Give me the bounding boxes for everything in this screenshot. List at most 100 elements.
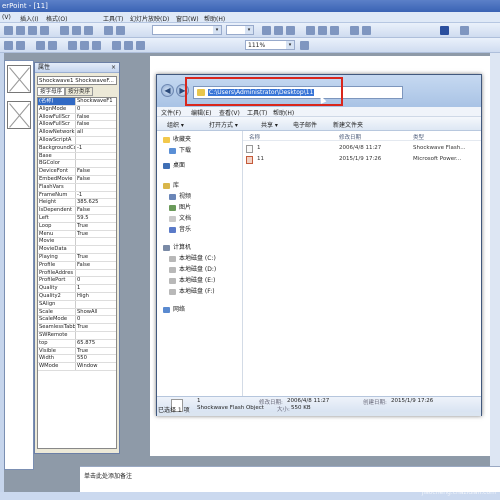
property-value[interactable]: -1 bbox=[76, 145, 116, 152]
property-value[interactable] bbox=[76, 160, 116, 167]
property-value[interactable] bbox=[76, 332, 116, 339]
property-value[interactable]: -1 bbox=[76, 192, 116, 199]
property-row[interactable]: Height 385.625 bbox=[38, 199, 116, 208]
undo-icon[interactable] bbox=[104, 26, 113, 35]
property-row[interactable]: ScaleMode 0 bbox=[38, 316, 116, 325]
open-icon[interactable] bbox=[16, 26, 25, 35]
property-row[interactable]: Movie bbox=[38, 238, 116, 247]
property-value[interactable]: True bbox=[76, 231, 116, 238]
nav-item[interactable]: 本地磁盘 (D:) bbox=[169, 265, 216, 274]
organize-button[interactable]: 组织 ▾ bbox=[167, 120, 184, 129]
menu-slideshow[interactable]: 幻灯片放映(D) bbox=[130, 14, 169, 23]
property-value[interactable]: Window bbox=[76, 363, 116, 370]
hyperlink-icon[interactable] bbox=[92, 41, 101, 50]
menu-tools[interactable]: 工具(T) bbox=[247, 108, 267, 117]
color-icon[interactable] bbox=[136, 41, 145, 50]
new-icon[interactable] bbox=[4, 26, 13, 35]
property-row[interactable]: Base bbox=[38, 152, 116, 161]
menu-help[interactable]: 帮助(H) bbox=[204, 14, 225, 23]
tab-categorized[interactable]: 按分类序 bbox=[65, 87, 94, 96]
nav-item[interactable]: 本地磁盘 (F:) bbox=[169, 287, 215, 296]
property-row[interactable]: DeviceFont False bbox=[38, 168, 116, 176]
align-right-icon[interactable] bbox=[330, 26, 339, 35]
font-color-icon[interactable] bbox=[440, 26, 449, 35]
menu-file[interactable]: 文件(F) bbox=[161, 108, 181, 117]
property-value[interactable]: 385.625 bbox=[76, 199, 116, 206]
nav-item[interactable]: 本地磁盘 (E:) bbox=[169, 276, 215, 285]
property-row[interactable]: AllowNetwork all bbox=[38, 129, 116, 137]
paste-icon[interactable] bbox=[84, 26, 93, 35]
property-row[interactable]: EmbedMovie False bbox=[38, 175, 116, 184]
property-row[interactable]: FrameNum -1 bbox=[38, 191, 116, 200]
slide-icon[interactable] bbox=[4, 41, 13, 50]
open-with-button[interactable]: 打开方式 ▾ bbox=[209, 120, 238, 129]
property-value[interactable]: 0 bbox=[76, 277, 116, 284]
property-value[interactable]: 0 bbox=[76, 106, 116, 113]
property-value[interactable] bbox=[76, 184, 116, 191]
property-row[interactable]: Scale ShowAll bbox=[38, 308, 116, 317]
nav-item[interactable]: 网络 bbox=[163, 305, 185, 314]
menu-edit[interactable]: 编辑(E) bbox=[191, 108, 211, 117]
align-left-icon[interactable] bbox=[306, 26, 315, 35]
zoom-combo[interactable]: 111% ▾ bbox=[245, 40, 295, 50]
property-value[interactable] bbox=[76, 238, 116, 245]
file-row[interactable]: 1 2006/4/8 11:27 Shockwave Flash... bbox=[243, 144, 481, 153]
property-value[interactable]: 550 bbox=[76, 355, 116, 362]
property-value[interactable]: all bbox=[76, 129, 116, 136]
nav-item[interactable]: 文档 bbox=[169, 214, 191, 223]
property-value[interactable]: False bbox=[76, 176, 116, 183]
draw-icon[interactable] bbox=[36, 41, 45, 50]
nav-item[interactable]: 收藏夹 bbox=[163, 135, 191, 144]
new-folder-button[interactable]: 新建文件夹 bbox=[333, 120, 363, 129]
property-row[interactable]: Visible True bbox=[38, 347, 116, 356]
property-value[interactable]: True bbox=[76, 324, 116, 331]
align-center-icon[interactable] bbox=[318, 26, 327, 35]
property-row[interactable]: (名称) ShockwaveF1 bbox=[38, 98, 116, 106]
column-date[interactable]: 修改日期 bbox=[339, 133, 361, 141]
outline-icon[interactable] bbox=[16, 41, 25, 50]
property-row[interactable]: top 65.875 bbox=[38, 339, 116, 348]
property-row[interactable]: MovieData bbox=[38, 246, 116, 254]
property-value[interactable]: 0 bbox=[76, 316, 116, 323]
numbering-icon[interactable] bbox=[362, 26, 371, 35]
nav-item[interactable]: 计算机 bbox=[163, 243, 191, 252]
slide-thumbnail[interactable] bbox=[7, 65, 31, 93]
help-icon[interactable] bbox=[300, 41, 309, 50]
slide-thumbnail[interactable] bbox=[7, 101, 31, 129]
copy-icon[interactable] bbox=[72, 26, 81, 35]
nav-item[interactable]: 音乐 bbox=[169, 225, 191, 234]
property-value[interactable]: False bbox=[76, 168, 116, 175]
design-icon[interactable] bbox=[460, 26, 469, 35]
nav-item[interactable]: 库 bbox=[163, 181, 179, 190]
property-value[interactable]: True bbox=[76, 254, 116, 261]
picture-icon[interactable] bbox=[80, 41, 89, 50]
font-name-combo[interactable]: ▾ bbox=[152, 25, 222, 35]
save-icon[interactable] bbox=[28, 26, 37, 35]
property-row[interactable]: AlignMode 0 bbox=[38, 105, 116, 114]
property-value[interactable]: false bbox=[76, 114, 116, 121]
property-row[interactable]: BackgroundCol -1 bbox=[38, 144, 116, 153]
property-value[interactable] bbox=[76, 246, 116, 253]
property-row[interactable]: ProfileAddres bbox=[38, 269, 116, 278]
redo-icon[interactable] bbox=[116, 26, 125, 35]
property-value[interactable]: True bbox=[76, 348, 116, 355]
property-value[interactable]: 1 bbox=[76, 285, 116, 292]
share-button[interactable]: 共享 ▾ bbox=[261, 120, 278, 129]
menu-format[interactable]: 格式(O) bbox=[46, 14, 67, 23]
chevron-down-icon[interactable]: ▾ bbox=[286, 41, 294, 49]
property-row[interactable]: WMode Window bbox=[38, 363, 116, 371]
column-type[interactable]: 类型 bbox=[413, 133, 424, 141]
tab-alphabetic[interactable]: 按字母序 bbox=[37, 87, 66, 96]
property-row[interactable]: ProfilePort 0 bbox=[38, 277, 116, 286]
menu-view[interactable]: (V) bbox=[2, 14, 11, 21]
property-row[interactable]: Menu True bbox=[38, 230, 116, 239]
property-row[interactable]: AllowFullScr false bbox=[38, 121, 116, 130]
property-row[interactable]: SAlign bbox=[38, 300, 116, 309]
property-row[interactable]: Profile False bbox=[38, 261, 116, 270]
print-icon[interactable] bbox=[40, 26, 49, 35]
column-name[interactable]: 名称 bbox=[249, 133, 260, 141]
menu-window[interactable]: 窗口(W) bbox=[176, 14, 199, 23]
menu-insert[interactable]: 插入(I) bbox=[20, 14, 38, 23]
bullets-icon[interactable] bbox=[350, 26, 359, 35]
font-size-combo[interactable]: ▾ bbox=[226, 25, 254, 35]
